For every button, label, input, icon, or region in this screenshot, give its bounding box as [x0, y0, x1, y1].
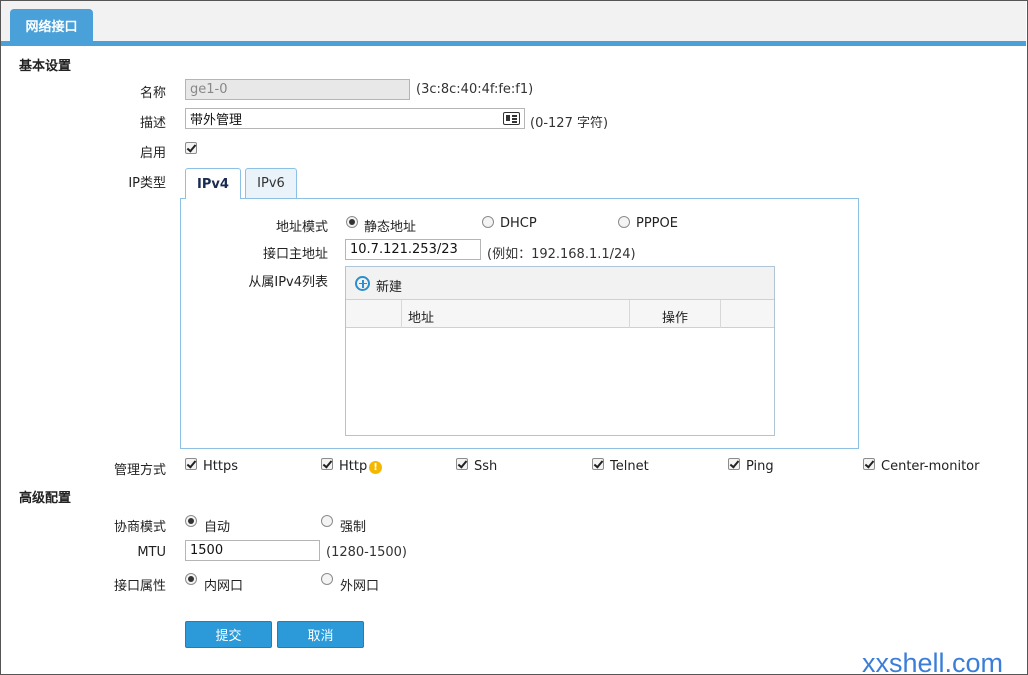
enable-label: 启用	[139, 146, 166, 161]
mgmt-http-checkbox[interactable]	[321, 458, 333, 470]
list-toolbar: 新建	[346, 267, 774, 300]
mgmt-telnet-checkbox[interactable]	[592, 458, 604, 470]
submit-button[interactable]: 提交	[185, 621, 272, 648]
mode-dhcp-radio[interactable]	[482, 216, 494, 228]
mode-dhcp-label: DHCP	[500, 216, 537, 231]
negotiation-auto-label: 自动	[204, 520, 231, 535]
negotiation-label: 协商模式	[113, 520, 166, 535]
management-label: 管理方式	[113, 463, 166, 478]
mgmt-ping-label: Ping	[746, 459, 774, 474]
column-divider	[629, 300, 630, 328]
mgmt-ping-checkbox[interactable]	[728, 458, 740, 470]
enable-checkbox[interactable]	[185, 142, 197, 154]
section-title-basic: 基本设置	[19, 59, 72, 74]
mode-pppoe-radio[interactable]	[618, 216, 630, 228]
secondary-list-label: 从属IPv4列表	[248, 275, 328, 290]
ip-type-label: IP类型	[128, 176, 166, 191]
column-address: 地址	[408, 311, 435, 326]
column-divider	[720, 300, 721, 328]
interface-attr-label: 接口属性	[113, 579, 166, 594]
section-title-advanced: 高级配置	[19, 491, 72, 506]
mgmt-https-label: Https	[203, 459, 238, 474]
mgmt-ssh-checkbox[interactable]	[456, 458, 468, 470]
warning-icon[interactable]: !	[369, 461, 382, 474]
attr-external-label: 外网口	[340, 579, 380, 594]
watermark: xxshell.com	[862, 648, 1004, 675]
mtu-hint: (1280-1500)	[326, 545, 408, 560]
mgmt-http-label: Http	[339, 459, 368, 474]
column-divider	[401, 300, 402, 328]
negotiation-force-label: 强制	[340, 520, 367, 535]
mgmt-telnet-label: Telnet	[610, 459, 649, 474]
mode-pppoe-label: PPPOE	[636, 216, 678, 231]
add-circle-icon[interactable]	[355, 276, 370, 291]
mgmt-ssh-label: Ssh	[474, 459, 498, 474]
primary-address-label: 接口主地址	[262, 247, 328, 262]
mode-static-label: 静态地址	[364, 220, 417, 235]
attr-internal-label: 内网口	[204, 579, 244, 594]
tab-network-interface[interactable]: 网络接口	[10, 9, 93, 41]
address-mode-label: 地址模式	[275, 220, 328, 235]
column-operation: 操作	[662, 311, 689, 326]
mode-static-radio[interactable]	[346, 216, 358, 228]
attr-internal-radio[interactable]	[185, 573, 197, 585]
negotiation-auto-radio[interactable]	[185, 515, 197, 527]
attr-external-radio[interactable]	[321, 573, 333, 585]
mac-address-hint: (3c:8c:40:4f:fe:f1)	[416, 82, 534, 97]
primary-address-hint: (例如：192.168.1.1/24)	[487, 247, 636, 262]
mgmt-center-monitor-label: Center-monitor	[881, 459, 980, 474]
name-label: 名称	[139, 86, 166, 101]
cancel-button[interactable]: 取消	[277, 621, 364, 648]
description-label: 描述	[139, 116, 166, 131]
description-field[interactable]	[185, 108, 525, 129]
negotiation-force-radio[interactable]	[321, 515, 333, 527]
mgmt-https-checkbox[interactable]	[185, 458, 197, 470]
primary-address-field[interactable]	[345, 239, 481, 260]
mtu-label: MTU	[137, 545, 166, 560]
tab-ipv4[interactable]: IPv4	[185, 168, 241, 199]
new-button-label[interactable]: 新建	[376, 276, 402, 295]
name-field[interactable]	[185, 79, 410, 100]
mgmt-center-monitor-checkbox[interactable]	[863, 458, 875, 470]
description-hint: (0-127 字符)	[530, 116, 609, 131]
mtu-field[interactable]	[185, 540, 320, 561]
secondary-ipv4-list: 新建 地址 操作	[345, 266, 775, 436]
tab-bar: 网络接口	[1, 1, 1026, 46]
list-header: 地址 操作	[346, 300, 774, 328]
tab-ipv6[interactable]: IPv6	[245, 168, 297, 198]
id-card-icon[interactable]	[503, 112, 520, 125]
